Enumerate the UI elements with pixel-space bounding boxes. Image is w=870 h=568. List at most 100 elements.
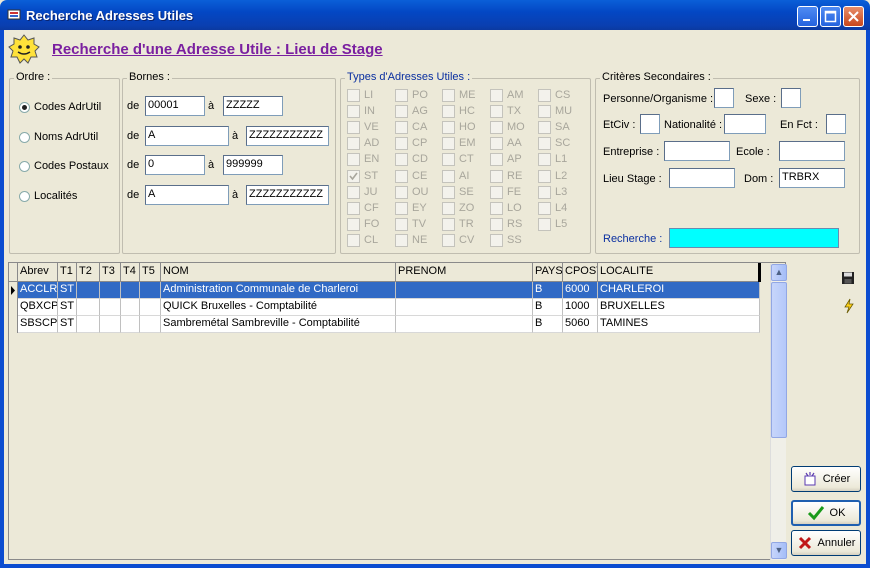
entreprise-input[interactable] <box>664 141 730 161</box>
column-header[interactable]: T4 <box>121 263 140 282</box>
type-checkbox-1-5[interactable] <box>395 170 408 183</box>
type-checkbox-2-1[interactable] <box>442 105 455 118</box>
ecole-input[interactable] <box>779 141 845 161</box>
borne-from-input[interactable]: A <box>145 126 229 146</box>
borne-from-input[interactable]: A <box>145 185 229 205</box>
type-checkbox-3-9[interactable] <box>490 234 503 247</box>
type-checkbox-4-6[interactable] <box>538 186 551 199</box>
type-checkbox-3-7[interactable] <box>490 202 503 215</box>
type-checkbox-2-4[interactable] <box>442 153 455 166</box>
type-checkbox-1-1[interactable] <box>395 105 408 118</box>
scroll-up-button[interactable]: ▲ <box>771 264 787 281</box>
type-checkbox-4-5[interactable] <box>538 170 551 183</box>
type-checkbox-1-0[interactable] <box>395 89 408 102</box>
type-checkbox-4-3[interactable] <box>538 137 551 150</box>
type-checkbox-4-4[interactable] <box>538 153 551 166</box>
column-header[interactable]: T1 <box>58 263 77 282</box>
type-checkbox-0-1[interactable] <box>347 105 360 118</box>
annuler-button[interactable]: Annuler <box>791 530 861 556</box>
type-checkbox-1-7[interactable] <box>395 202 408 215</box>
table-cell: BRUXELLES <box>598 299 760 316</box>
type-checkbox-0-2[interactable] <box>347 121 360 134</box>
scroll-down-button[interactable]: ▼ <box>771 542 787 559</box>
borne-from-input[interactable]: 0 <box>145 155 205 175</box>
type-checkbox-3-6[interactable] <box>490 186 503 199</box>
radio-localites[interactable] <box>19 191 30 202</box>
type-checkbox-3-0[interactable] <box>490 89 503 102</box>
type-checkbox-4-1[interactable] <box>538 105 551 118</box>
personne-input[interactable] <box>714 88 734 108</box>
enfct-input[interactable] <box>826 114 846 134</box>
column-header[interactable]: Abrev <box>18 263 58 282</box>
radio-noms-adrutil[interactable] <box>19 132 30 143</box>
type-checkbox-1-8[interactable] <box>395 218 408 231</box>
table-row[interactable]: QBXCP ST QUICK Bruxelles - Comptabilité B 10… <box>9 299 760 316</box>
recherche-input[interactable] <box>669 228 839 248</box>
type-checkbox-3-1[interactable] <box>490 105 503 118</box>
etciv-input[interactable] <box>640 114 660 134</box>
ok-button[interactable]: OK <box>791 500 861 526</box>
type-checkbox-2-9[interactable] <box>442 234 455 247</box>
type-checkbox-2-0[interactable] <box>442 89 455 102</box>
type-checkbox-2-5[interactable] <box>442 170 455 183</box>
type-checkbox-1-2[interactable] <box>395 121 408 134</box>
floppy-disk-icon[interactable] <box>841 271 855 288</box>
type-checkbox-1-3[interactable] <box>395 137 408 150</box>
column-header[interactable]: T2 <box>77 263 100 282</box>
type-checkbox-0-0[interactable] <box>347 89 360 102</box>
type-checkbox-0-5[interactable] <box>347 170 360 183</box>
borne-to-input[interactable]: 999999 <box>223 155 283 175</box>
type-checkbox-2-7[interactable] <box>442 202 455 215</box>
type-checkbox-3-4[interactable] <box>490 153 503 166</box>
radio-codes-adrutil[interactable] <box>19 102 30 113</box>
radio-codes-postaux[interactable] <box>19 161 30 172</box>
type-checkbox-0-9[interactable] <box>347 234 360 247</box>
column-header[interactable]: NOM <box>161 263 396 282</box>
borne-from-input[interactable]: 00001 <box>145 96 205 116</box>
type-checkbox-3-2[interactable] <box>490 121 503 134</box>
type-checkbox-2-2[interactable] <box>442 121 455 134</box>
type-checkbox-1-6[interactable] <box>395 186 408 199</box>
scroll-thumb[interactable] <box>771 282 787 438</box>
type-checkbox-0-6[interactable] <box>347 186 360 199</box>
type-checkbox-0-7[interactable] <box>347 202 360 215</box>
dom-input[interactable]: TRBRX <box>779 168 845 188</box>
table-row[interactable]: SBSCP ST Sambremétal Sambreville - Comptab… <box>9 316 760 333</box>
type-checkbox-0-8[interactable] <box>347 218 360 231</box>
column-header[interactable]: T5 <box>140 263 161 282</box>
type-checkbox-1-9[interactable] <box>395 234 408 247</box>
type-checkbox-4-7[interactable] <box>538 202 551 215</box>
creer-button[interactable]: Créer <box>791 466 861 492</box>
type-checkbox-4-0[interactable] <box>538 89 551 102</box>
close-button[interactable] <box>843 6 864 27</box>
nationalite-input[interactable] <box>724 114 766 134</box>
lightning-icon[interactable] <box>842 298 856 317</box>
type-checkbox-0-3[interactable] <box>347 137 360 150</box>
type-checkbox-3-8[interactable] <box>490 218 503 231</box>
minimize-button[interactable] <box>797 6 818 27</box>
table-row[interactable]: ACCLR ST Administration Communale de Charl… <box>9 282 760 299</box>
column-header[interactable]: T3 <box>100 263 121 282</box>
column-header[interactable]: PRENOM <box>396 263 533 282</box>
type-checkbox-1-4[interactable] <box>395 153 408 166</box>
type-checkbox-0-4[interactable] <box>347 153 360 166</box>
lieustage-input[interactable] <box>669 168 735 188</box>
borne-to-input[interactable]: ZZZZZ <box>223 96 283 116</box>
type-checkbox-2-8[interactable] <box>442 218 455 231</box>
type-checkbox-2-6[interactable] <box>442 186 455 199</box>
type-checkbox-3-5[interactable] <box>490 170 503 183</box>
column-header[interactable]: PAYS <box>533 263 563 282</box>
column-header[interactable]: CPOST <box>563 263 598 282</box>
grid-scrollbar[interactable]: ▲ ▼ <box>770 264 787 560</box>
type-checkbox-4-8[interactable] <box>538 218 551 231</box>
borne-to-input[interactable]: ZZZZZZZZZZZ <box>246 185 329 205</box>
de-label: de <box>127 130 140 142</box>
type-checkbox-label: FO <box>364 218 380 230</box>
type-checkbox-2-3[interactable] <box>442 137 455 150</box>
borne-to-input[interactable]: ZZZZZZZZZZZ <box>246 126 329 146</box>
column-header[interactable]: LOCALITE <box>598 263 760 282</box>
maximize-button[interactable] <box>820 6 841 27</box>
type-checkbox-4-2[interactable] <box>538 121 551 134</box>
sexe-input[interactable] <box>781 88 801 108</box>
type-checkbox-3-3[interactable] <box>490 137 503 150</box>
